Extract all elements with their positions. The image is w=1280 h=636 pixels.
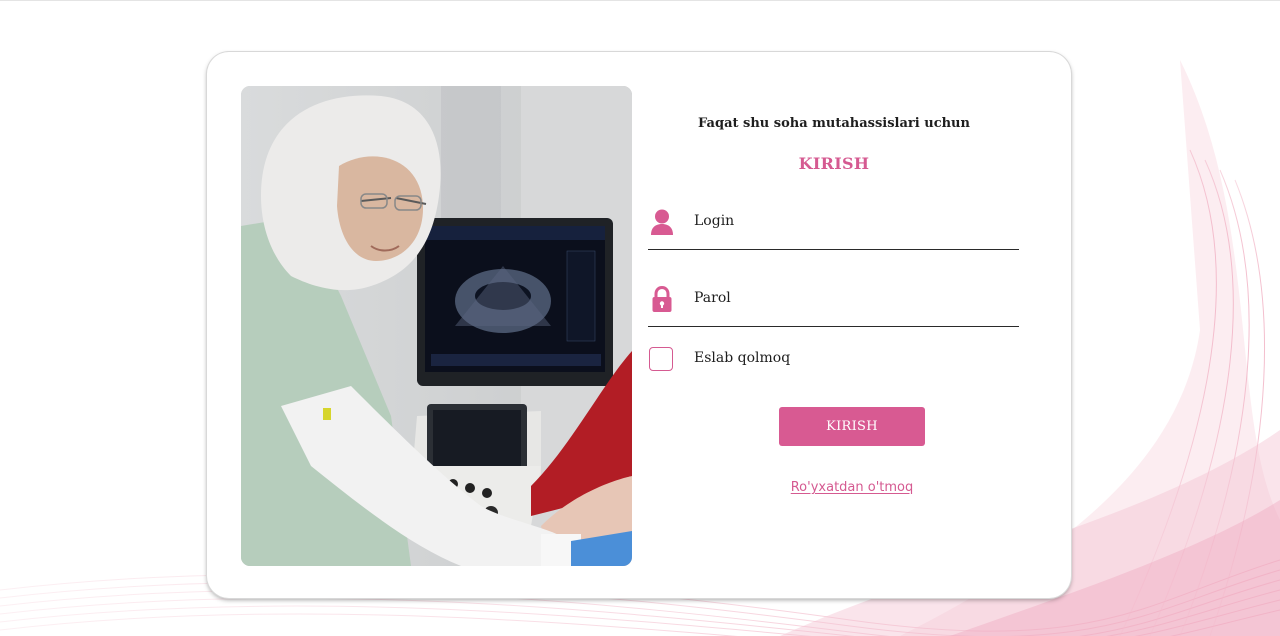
login-submit-button[interactable]: KIRISH [779,407,925,446]
password-field[interactable] [648,276,1019,327]
remember-me[interactable]: Eslab qolmoq [648,346,908,374]
user-icon [651,209,673,235]
remember-label[interactable]: Eslab qolmoq [694,350,790,366]
login-page: Faqat shu soha mutahassislari uchun KIRI… [0,0,1280,636]
login-input[interactable] [694,210,1004,232]
login-field[interactable] [648,199,1019,250]
register-link[interactable]: Ro'yxatdan o'tmoq [648,480,1056,495]
login-card: Faqat shu soha mutahassislari uchun KIRI… [207,52,1071,598]
password-input[interactable] [694,287,1004,309]
clinic-photo [241,86,632,566]
login-form: Faqat shu soha mutahassislari uchun KIRI… [648,86,1020,566]
lock-icon [652,285,672,312]
form-subtitle: Faqat shu soha mutahassislari uchun [698,116,970,131]
form-title: KIRISH [798,154,870,173]
remember-checkbox[interactable] [649,347,673,371]
